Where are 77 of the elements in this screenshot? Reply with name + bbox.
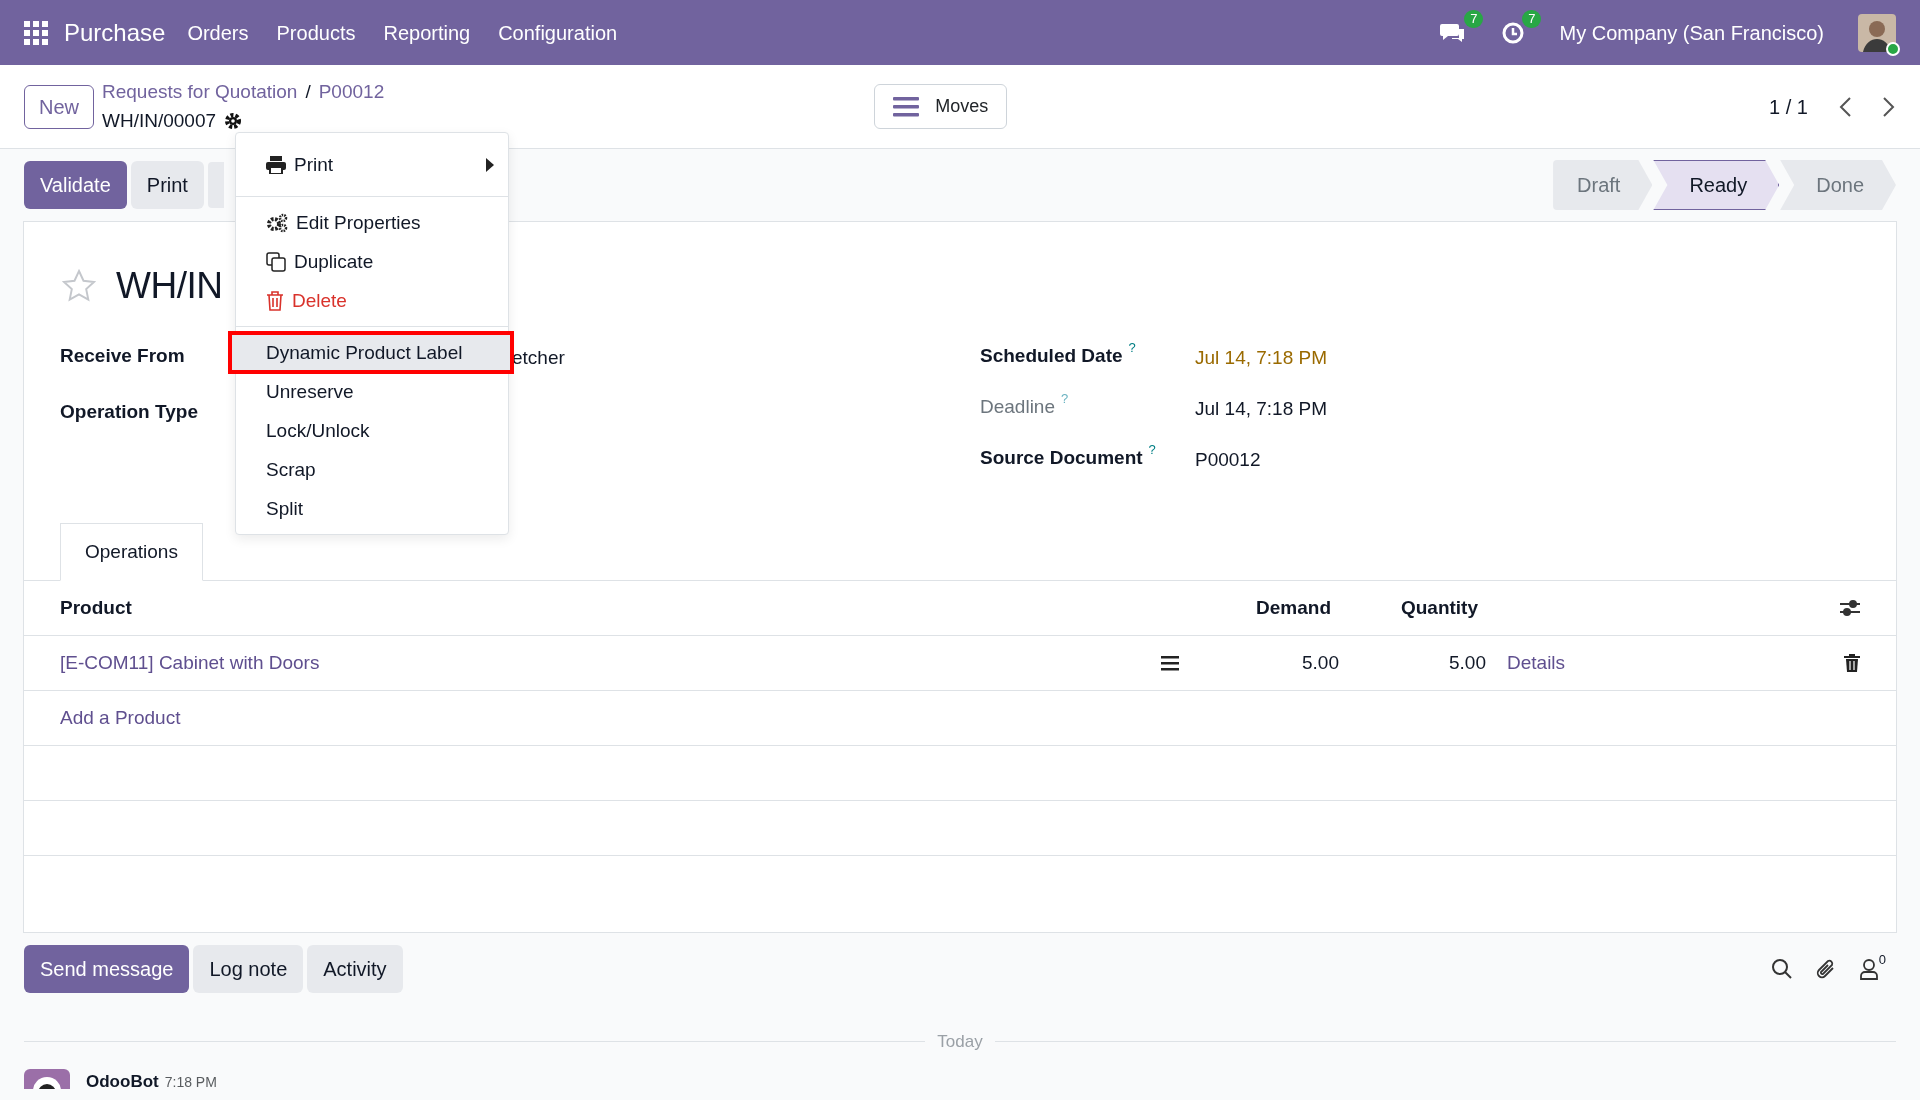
column-header: Quantity (1399, 595, 1478, 620)
activity-count: 7 (1522, 10, 1542, 29)
message-author: OdooBot (86, 1070, 159, 1093)
menu-item[interactable]: Split (236, 489, 508, 528)
column-header: Product (60, 595, 133, 620)
chatter-button[interactable]: Activity (307, 945, 403, 993)
help-icon[interactable]: ? (1128, 337, 1136, 357)
search-icon[interactable] (1770, 958, 1793, 980)
previous-icon[interactable] (1838, 95, 1852, 118)
clock-icon[interactable] (1501, 21, 1526, 46)
drag-handle-icon[interactable] (1161, 655, 1179, 671)
avatar[interactable] (1858, 13, 1896, 52)
date-separator: Today (937, 1031, 983, 1053)
field-label: Deadline (980, 394, 1055, 419)
menu-item[interactable]: Edit Properties (236, 203, 508, 242)
paperclip-icon[interactable] (1814, 957, 1837, 981)
tab[interactable]: Operations (60, 522, 203, 581)
action-button[interactable]: Validate (24, 161, 127, 209)
field-label: Scheduled Date (980, 343, 1123, 368)
menu-icon (893, 96, 920, 117)
menu-item[interactable]: Lock/Unlock (236, 411, 508, 450)
table-cell-text: 5.00 (1301, 650, 1339, 675)
message-time: 7:18 PM (164, 1072, 217, 1092)
breadcrumb-link[interactable]: Requests for Quotation (102, 78, 298, 107)
trash-icon (266, 290, 284, 311)
chatter-button[interactable]: Log note (193, 945, 304, 993)
status-step[interactable]: Done (1780, 160, 1896, 210)
follower-count: 0 (1878, 951, 1886, 969)
user-icon[interactable] (1858, 958, 1879, 980)
column-header: Demand (1255, 595, 1331, 620)
menu-link[interactable]: Products (262, 17, 370, 48)
table-cell-text: 5.00 (1448, 650, 1486, 675)
status-step[interactable]: Draft (1553, 160, 1653, 210)
menu-item[interactable]: Scrap (236, 450, 508, 489)
menu-item[interactable]: Dynamic Product Label (230, 333, 512, 372)
menu-item[interactable]: Delete (236, 281, 508, 320)
next-icon[interactable] (1882, 95, 1896, 118)
add-product-link[interactable]: Add a Product (60, 703, 181, 733)
message-count: 7 (1464, 10, 1484, 29)
caret-icon (486, 157, 494, 172)
help-icon[interactable]: ? (1148, 439, 1156, 459)
company-switcher[interactable]: My Company (San Francisco) (1559, 17, 1824, 48)
trash-icon[interactable] (1844, 654, 1860, 672)
star-icon[interactable] (60, 267, 98, 304)
menu-link[interactable]: Orders (173, 17, 263, 48)
record-name: WH/IN/00007 (102, 108, 217, 133)
menu-item[interactable]: Unreserve (236, 372, 508, 411)
gears-icon (266, 212, 288, 233)
menu-item[interactable]: Print (236, 139, 508, 190)
printer-icon (266, 155, 286, 174)
status-step[interactable]: Ready (1653, 160, 1780, 210)
gear-icon[interactable] (224, 111, 243, 130)
menu-link[interactable]: Configuration (484, 17, 632, 48)
action-button[interactable]: Print (130, 161, 204, 209)
field-value: P00012 (1195, 447, 1261, 472)
record-title: WH/IN (116, 264, 223, 308)
apps-menu-icon[interactable] (24, 20, 48, 45)
details-link[interactable]: Details (1486, 648, 1844, 678)
app-name[interactable]: Purchase (64, 14, 166, 51)
field-value: Jul 14, 7:18 PM (1195, 345, 1328, 370)
product-link[interactable]: [E-COM11] Cabinet with Doors (60, 648, 1161, 678)
field-value: Jul 14, 7:18 PM (1195, 396, 1328, 421)
copy-icon (266, 251, 286, 272)
field-label: Source Document (980, 445, 1143, 470)
menu-item[interactable]: Duplicate (236, 242, 508, 281)
column-settings-icon[interactable] (1840, 599, 1860, 617)
moves-button[interactable]: Moves (874, 84, 1008, 129)
menu-link[interactable]: Reporting (369, 17, 485, 48)
chatter-button[interactable]: Send message (24, 945, 190, 993)
field-label: Operation Type (60, 400, 198, 422)
breadcrumb-separator: / (305, 80, 311, 104)
field-label: Receive From (60, 344, 185, 366)
bot-avatar (24, 1068, 70, 1089)
new-button[interactable]: New (24, 84, 94, 129)
field-value: etcher (512, 345, 565, 370)
breadcrumb-link[interactable]: P00012 (318, 78, 385, 107)
pager-value: 1 / 1 (1769, 94, 1808, 120)
